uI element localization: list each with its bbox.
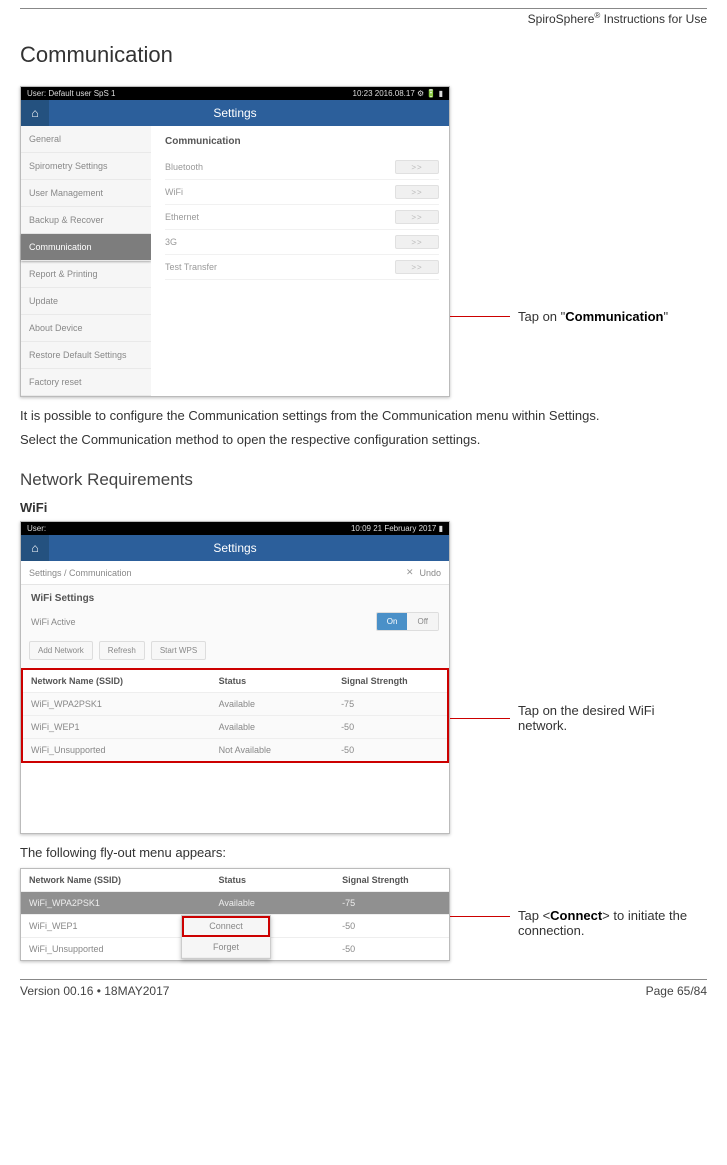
toggle-on: On — [377, 613, 408, 630]
page-title: Communication — [20, 42, 707, 68]
breadcrumb[interactable]: Settings / Communication — [29, 568, 132, 578]
forget-button[interactable]: Forget — [182, 937, 270, 958]
wifi-row-selected[interactable]: WiFi_WPA2PSK1 Available -75 — [21, 892, 449, 915]
row-label: Test Transfer — [165, 262, 217, 272]
chevron-right-icon: >> — [395, 160, 439, 174]
screen-title: Settings — [21, 106, 449, 120]
toggle-off: Off — [407, 613, 438, 630]
statusbar-time: 10:23 2016.08.17 ⚙ 🔋 ▮ — [353, 89, 443, 98]
annotation-connect: Tap <Connect> to initiate the connection… — [510, 908, 700, 938]
row-3g[interactable]: 3G >> — [165, 230, 439, 255]
annotation-wifi-network: Tap on the desired WiFi network. — [510, 703, 707, 733]
sidebar-item-backup[interactable]: Backup & Recover — [21, 207, 151, 234]
wifi-screenshot: User: 10:09 21 February 2017 ▮ ⌂ Setting… — [20, 521, 450, 834]
add-network-button[interactable]: Add Network — [29, 641, 93, 660]
paragraph-3: The following fly-out menu appears: — [20, 844, 707, 862]
row-label: Bluetooth — [165, 162, 203, 172]
statusbar-user: User: Default user SpS 1 — [27, 89, 115, 98]
doc-header: SpiroSphere® Instructions for Use — [20, 11, 707, 26]
wifi-active-label: WiFi Active — [31, 617, 76, 627]
wifi-settings-heading: WiFi Settings — [21, 585, 449, 608]
statusbar-time: 10:09 21 February 2017 ▮ — [351, 524, 443, 533]
annotation-leader — [450, 718, 510, 719]
wifi-row[interactable]: WiFi_Unsupported Not Available -50 — [23, 739, 447, 761]
row-label: WiFi — [165, 187, 183, 197]
paragraph-1: It is possible to configure the Communic… — [20, 407, 707, 425]
chevron-right-icon: >> — [395, 185, 439, 199]
wifi-row[interactable]: WiFi_WEP1 -50 Connect Forget — [21, 915, 449, 938]
chevron-right-icon: >> — [395, 260, 439, 274]
home-icon[interactable]: ⌂ — [21, 100, 49, 126]
sidebar-item-spirometry[interactable]: Spirometry Settings — [21, 153, 151, 180]
statusbar-user: User: — [27, 524, 46, 533]
screen-title: Settings — [21, 541, 449, 555]
subsection-title: Network Requirements — [20, 470, 707, 490]
home-icon[interactable]: ⌂ — [21, 535, 49, 561]
sidebar-item-report[interactable]: Report & Printing — [21, 261, 151, 288]
paragraph-2: Select the Communication method to open … — [20, 431, 707, 449]
annotation-leader — [450, 916, 510, 917]
main-heading: Communication — [165, 132, 439, 155]
wifi-row[interactable]: WiFi_WEP1 Available -50 — [23, 716, 447, 739]
connect-button[interactable]: Connect — [182, 916, 270, 937]
flyout-menu: Connect Forget — [181, 915, 271, 959]
undo-button[interactable]: Undo — [419, 568, 441, 578]
header-suffix: Instructions for Use — [600, 12, 707, 26]
table-head-signal: Signal Strength — [342, 875, 441, 885]
row-wifi[interactable]: WiFi >> — [165, 180, 439, 205]
flyout-screenshot: Network Name (SSID) Status Signal Streng… — [20, 868, 450, 961]
refresh-button[interactable]: Refresh — [99, 641, 145, 660]
footer-version: Version 00.16 • 18MAY2017 — [20, 984, 169, 998]
product-name: SpiroSphere — [528, 12, 595, 26]
close-icon[interactable]: ✕ — [406, 567, 414, 578]
sidebar-item-general[interactable]: General — [21, 126, 151, 153]
row-bluetooth[interactable]: Bluetooth >> — [165, 155, 439, 180]
sidebar-item-factory-reset[interactable]: Factory reset — [21, 369, 151, 396]
row-label: Ethernet — [165, 212, 199, 222]
wifi-network-table: Network Name (SSID) Status Signal Streng… — [21, 668, 449, 763]
wifi-title: WiFi — [20, 500, 707, 515]
sidebar-item-about[interactable]: About Device — [21, 315, 151, 342]
table-head-status: Status — [219, 676, 341, 686]
chevron-right-icon: >> — [395, 210, 439, 224]
table-head-ssid: Network Name (SSID) — [31, 676, 219, 686]
doc-footer: Version 00.16 • 18MAY2017 Page 65/84 — [20, 979, 707, 998]
sidebar-item-update[interactable]: Update — [21, 288, 151, 315]
row-label: 3G — [165, 237, 177, 247]
settings-screenshot: User: Default user SpS 1 10:23 2016.08.1… — [20, 86, 450, 397]
annotation-leader — [450, 316, 510, 317]
sidebar-item-user-management[interactable]: User Management — [21, 180, 151, 207]
row-test-transfer[interactable]: Test Transfer >> — [165, 255, 439, 280]
table-head-signal: Signal Strength — [341, 676, 439, 686]
wifi-row[interactable]: WiFi_WPA2PSK1 Available -75 — [23, 693, 447, 716]
sidebar-item-communication[interactable]: Communication — [21, 234, 151, 261]
wifi-toggle[interactable]: On Off — [376, 612, 439, 631]
sidebar-item-restore[interactable]: Restore Default Settings — [21, 342, 151, 369]
table-head-ssid: Network Name (SSID) — [29, 875, 219, 885]
start-wps-button[interactable]: Start WPS — [151, 641, 206, 660]
chevron-right-icon: >> — [395, 235, 439, 249]
row-ethernet[interactable]: Ethernet >> — [165, 205, 439, 230]
footer-page: Page 65/84 — [646, 984, 707, 998]
table-head-status: Status — [219, 875, 343, 885]
annotation-communication: Tap on "Communication" — [510, 309, 668, 324]
blank-area — [21, 763, 449, 833]
settings-sidebar: General Spirometry Settings User Managem… — [21, 126, 151, 396]
